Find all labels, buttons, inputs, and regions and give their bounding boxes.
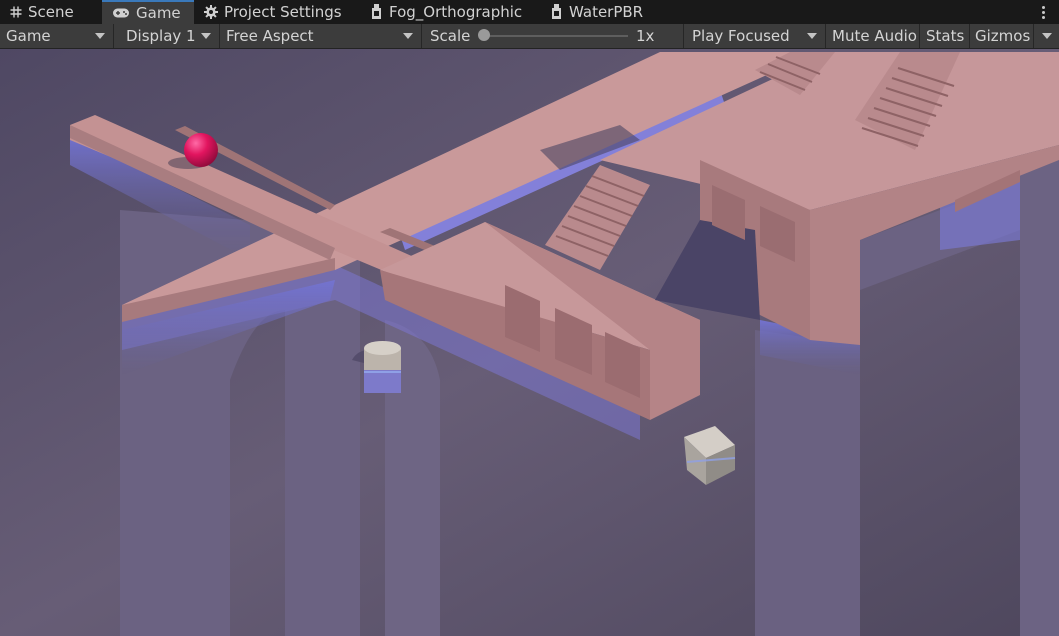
chevron-down-icon [201, 33, 211, 39]
gamepad-icon [112, 7, 130, 19]
game-view-toolbar: Game Display 1 Free Aspect Scale 1x Play… [0, 24, 1059, 49]
vertical-ellipsis-icon[interactable] [1037, 2, 1049, 22]
editor-tab-bar: Scene Game Project Settings Fog_Orthogra… [0, 0, 1059, 24]
prefab-variant-icon [550, 4, 563, 20]
tab-label: Game [136, 4, 181, 22]
dropdown-value: Display 1 [126, 27, 196, 45]
tab-label: WaterPBR [569, 3, 644, 21]
play-mode-dropdown[interactable]: Play Focused [684, 24, 826, 48]
stats-toggle[interactable]: Stats [920, 24, 970, 48]
game-mode-dropdown[interactable]: Game [0, 24, 114, 48]
dropdown-value: Free Aspect [226, 27, 314, 45]
scale-label: Scale [430, 27, 471, 45]
tab-fog-orthographic[interactable]: Fog_Orthographic [360, 0, 540, 24]
scale-slider-handle[interactable] [478, 29, 490, 41]
scale-slider-track[interactable] [480, 35, 628, 37]
aspect-dropdown[interactable]: Free Aspect [220, 24, 422, 48]
scene-render [0, 49, 1059, 636]
tab-game[interactable]: Game [102, 0, 194, 24]
dropdown-value: Game [6, 27, 51, 45]
display-dropdown[interactable]: Display 1 [114, 24, 220, 48]
tab-waterpbr[interactable]: WaterPBR [540, 0, 660, 24]
tab-project-settings[interactable]: Project Settings [194, 0, 364, 24]
dropdown-value: Play Focused [692, 27, 790, 45]
chevron-down-icon [403, 33, 413, 39]
game-viewport[interactable] [0, 49, 1059, 636]
gizmos-toggle[interactable]: Gizmos [970, 24, 1034, 48]
tab-label: Fog_Orthographic [389, 3, 523, 21]
gizmos-dropdown[interactable] [1034, 24, 1059, 48]
chevron-down-icon [95, 33, 105, 39]
chevron-down-icon [1042, 33, 1052, 39]
chevron-down-icon [807, 33, 817, 39]
scale-value: 1x [636, 24, 684, 48]
tab-label: Project Settings [224, 3, 342, 21]
gear-icon [204, 5, 218, 19]
unity-game-window: Scene Game Project Settings Fog_Orthogra… [0, 0, 1059, 636]
tab-scene[interactable]: Scene [0, 0, 102, 24]
mute-audio-toggle[interactable]: Mute Audio [826, 24, 920, 48]
grid-hash-icon [10, 6, 22, 18]
prefab-variant-icon [370, 4, 383, 20]
tab-label: Scene [28, 3, 74, 21]
